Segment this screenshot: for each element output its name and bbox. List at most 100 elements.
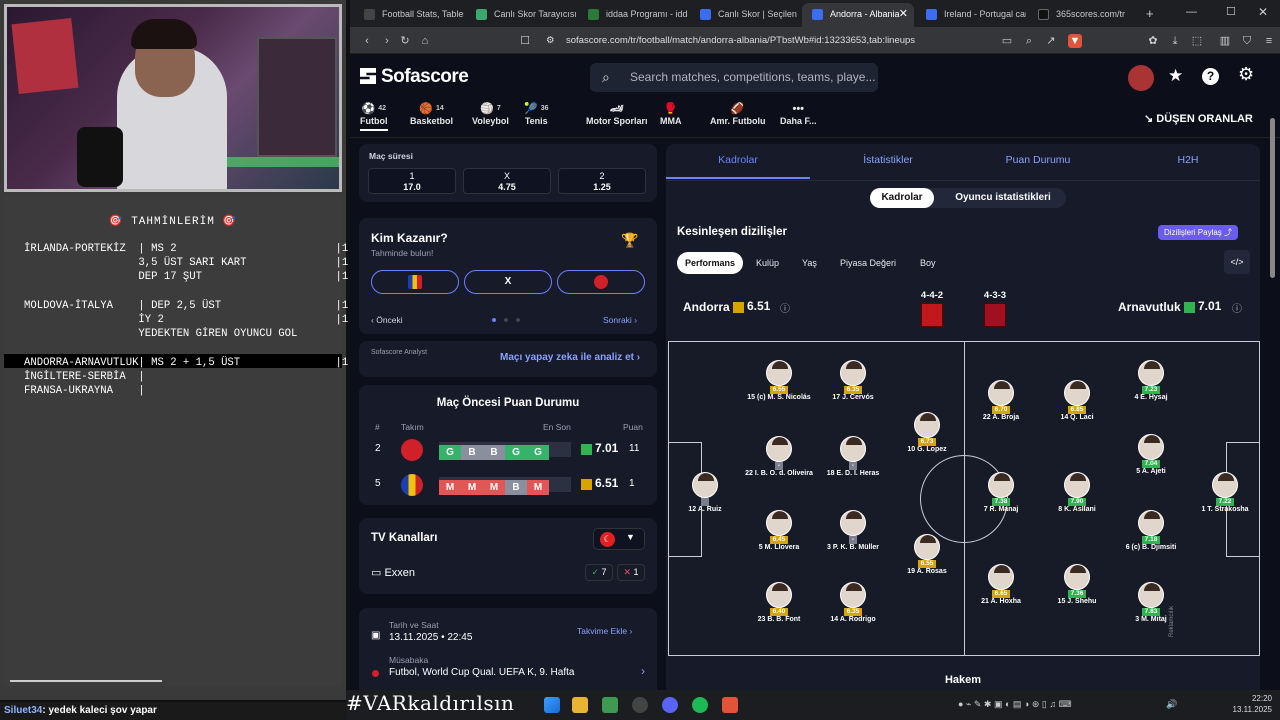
dusen-oranlar-link[interactable]: ↘ DÜŞEN ORANLAR <box>1144 112 1253 125</box>
sub-tab-kadrolar[interactable]: Kadrolar <box>870 188 934 208</box>
url-field[interactable]: ⚙ sofascore.com/tr/football/match/andorra… <box>538 32 1008 49</box>
tab-h2h[interactable]: H2H <box>1116 154 1260 166</box>
obs-icon[interactable] <box>632 697 648 713</box>
sport-tab-3[interactable]: 🎾 36 Tenis <box>524 102 549 126</box>
vote-away-button[interactable] <box>557 270 645 294</box>
volume-icon[interactable]: 🔊 <box>1166 699 1177 710</box>
onceki-button[interactable]: ‹ Önceki <box>371 315 403 325</box>
tray-icons[interactable]: ● ⌁ ✎ ✱ ▣ ◐ ▤ ◑ ⊛ ▯ ♫ ⌨ <box>958 699 1072 710</box>
player-marker[interactable]: 7.38 7 R. Manaj <box>967 472 1035 514</box>
puzzle-icon[interactable]: ⬚ <box>1190 34 1204 48</box>
player-marker[interactable]: 6.70 22 A. Broja <box>967 380 1035 422</box>
player-marker[interactable]: 7.22 1 T. Strakosha <box>1191 472 1259 514</box>
back-icon[interactable]: ‹ <box>360 34 374 48</box>
tab-canli-skor[interactable]: Canlı Skor Tarayıcısı ve <box>466 3 576 27</box>
filter-3[interactable]: Piyasa Değeri <box>832 252 904 274</box>
share-icon[interactable]: ↗ <box>1044 34 1058 48</box>
notepad-icon[interactable] <box>602 697 618 713</box>
tab-iddaa[interactable]: iddaa Programı - idda <box>578 3 688 27</box>
odds-draw[interactable]: X 4.75 <box>463 168 551 194</box>
file-explorer-icon[interactable] <box>572 697 588 713</box>
tab-canli-skor-secilen[interactable]: Canlı Skor | Seçilen ma <box>690 3 800 27</box>
tv-vote-no[interactable]: ✕ 1 <box>617 564 645 581</box>
player-marker[interactable]: 6.55 15 (c) M. S. Nicolás <box>745 360 813 402</box>
site-info-icon[interactable]: ⚙ <box>546 32 555 49</box>
maximize-icon[interactable]: ☐ <box>1226 5 1236 18</box>
carousel-dot[interactable] <box>516 318 520 322</box>
carousel-dot-active[interactable] <box>492 318 496 322</box>
player-marker[interactable]: 7.36 15 J. Shehu <box>1043 564 1111 606</box>
reader-icon[interactable]: ▭ <box>1000 34 1014 48</box>
filter-0[interactable]: Performans <box>677 252 744 274</box>
gear-icon[interactable]: ⚙ <box>1238 64 1254 85</box>
embed-icon[interactable]: </> <box>1224 250 1250 274</box>
sport-tab-6[interactable]: 🏈 Amr. Futbolu <box>710 102 766 126</box>
new-tab-icon[interactable]: + <box>1146 6 1154 21</box>
info-icon[interactable]: ⓘ <box>780 300 790 315</box>
bookmark-icon[interactable]: ☐ <box>518 34 532 48</box>
avatar[interactable] <box>1128 65 1154 91</box>
share-button[interactable]: Dizilişleri Paylaş ⤴ <box>1158 225 1239 240</box>
odds-home[interactable]: 1 17.0 <box>368 168 456 194</box>
player-marker[interactable]: 12 A. Ruiz <box>671 472 739 514</box>
chevron-right-icon[interactable]: › <box>641 664 645 678</box>
extension-icon[interactable]: ✿ <box>1146 34 1160 48</box>
tab-365scores[interactable]: 365scores.com/tr <box>1028 3 1138 27</box>
player-marker[interactable]: 6.73 10 G. Lopez <box>893 412 961 454</box>
brave-shield-icon[interactable]: ▼ <box>1068 34 1082 48</box>
calendar-link[interactable]: Takvime Ekle › <box>577 626 632 636</box>
player-marker[interactable]: 6.45 5 M. Llovera <box>745 510 813 552</box>
close-icon[interactable]: ✕ <box>899 3 908 25</box>
star-icon[interactable]: ★ <box>1168 66 1183 86</box>
sport-tab-0[interactable]: ⚽ 42 Futbol <box>360 102 388 131</box>
player-marker[interactable]: 7.04 5 A. Ajeti <box>1117 434 1185 476</box>
carousel-dot[interactable] <box>504 318 508 322</box>
discord-icon[interactable] <box>662 697 678 713</box>
player-marker[interactable]: 6.40 23 B. B. Font <box>745 582 813 624</box>
filter-2[interactable]: Yaş <box>794 252 825 274</box>
spotify-icon[interactable] <box>692 697 708 713</box>
brave-icon[interactable] <box>722 697 738 713</box>
tab-kadrolar[interactable]: Kadrolar <box>666 154 810 179</box>
help-icon[interactable]: ? <box>1202 68 1219 85</box>
zoom-icon[interactable]: ⌕ <box>1022 34 1036 48</box>
player-marker[interactable]: -22 I. B. O. d. Oliveira <box>745 436 813 478</box>
filter-4[interactable]: Boy <box>912 252 944 274</box>
player-marker[interactable]: -18 E. D. I. Heras <box>819 436 887 478</box>
menu-icon[interactable]: ≡ <box>1262 34 1276 48</box>
player-marker[interactable]: 6.35 14 A. Rodrigo <box>819 582 887 624</box>
standings-row[interactable]: 2 G B B G G 7.01 11 <box>359 438 657 462</box>
sport-tab-2[interactable]: 🏐 7 Voleybol <box>472 102 509 126</box>
sport-tab-7[interactable]: ••• Daha F... <box>780 102 817 126</box>
player-marker[interactable]: 7.18 6 (c) B. Djimsiti <box>1117 510 1185 552</box>
analyst-card[interactable]: Sofascore Analyst Maçı yapay zeka ile an… <box>359 341 657 377</box>
download-icon[interactable]: ⤓ <box>1168 34 1182 48</box>
sofascore-logo[interactable]: Sofascore <box>360 66 469 88</box>
tab-andorra-albania[interactable]: Andorra - Albania ✕ <box>802 3 914 27</box>
forward-icon[interactable]: › <box>380 34 394 48</box>
sub-tab-oyuncu[interactable]: Oyuncu istatistikleri <box>940 188 1066 208</box>
player-marker[interactable]: 6.65 21 A. Hoxha <box>967 564 1035 606</box>
shield-icon[interactable]: ⛉ <box>1240 34 1254 48</box>
minimize-icon[interactable]: — <box>1186 6 1197 18</box>
tab-ireland-portugal[interactable]: Ireland - Portugal can <box>916 3 1026 27</box>
standings-row[interactable]: 5 M M M B M 6.51 1 <box>359 473 657 497</box>
window-close-icon[interactable]: ✕ <box>1258 5 1268 19</box>
player-marker[interactable]: 6.55 19 A. Rosas <box>893 534 961 576</box>
filter-1[interactable]: Kulüp <box>748 252 787 274</box>
player-marker[interactable]: 6.35 17 J. Cervós <box>819 360 887 402</box>
vote-draw-button[interactable]: X <box>464 270 552 294</box>
sonraki-button[interactable]: Sonraki › <box>603 315 637 325</box>
tv-vote-yes[interactable]: ✓ 7 <box>585 564 613 581</box>
tab-istatistikler[interactable]: İstatistikler <box>816 154 960 166</box>
clock[interactable]: 22:20 13.11.2025 <box>1224 693 1272 715</box>
player-marker[interactable]: 7.90 8 K. Asllani <box>1043 472 1111 514</box>
info-icon[interactable]: ⓘ <box>1232 300 1242 315</box>
sport-tab-1[interactable]: 🏀 14 Basketbol <box>410 102 453 126</box>
tab-football-stats[interactable]: Football Stats, Tables & <box>354 3 464 27</box>
country-select[interactable]: ☾ ▼ <box>593 528 645 550</box>
home-icon[interactable]: ⌂ <box>418 34 432 48</box>
sport-tab-4[interactable]: 🏎 Motor Sporları <box>586 102 648 126</box>
windows-start-icon[interactable] <box>544 697 560 713</box>
vote-home-button[interactable] <box>371 270 459 294</box>
